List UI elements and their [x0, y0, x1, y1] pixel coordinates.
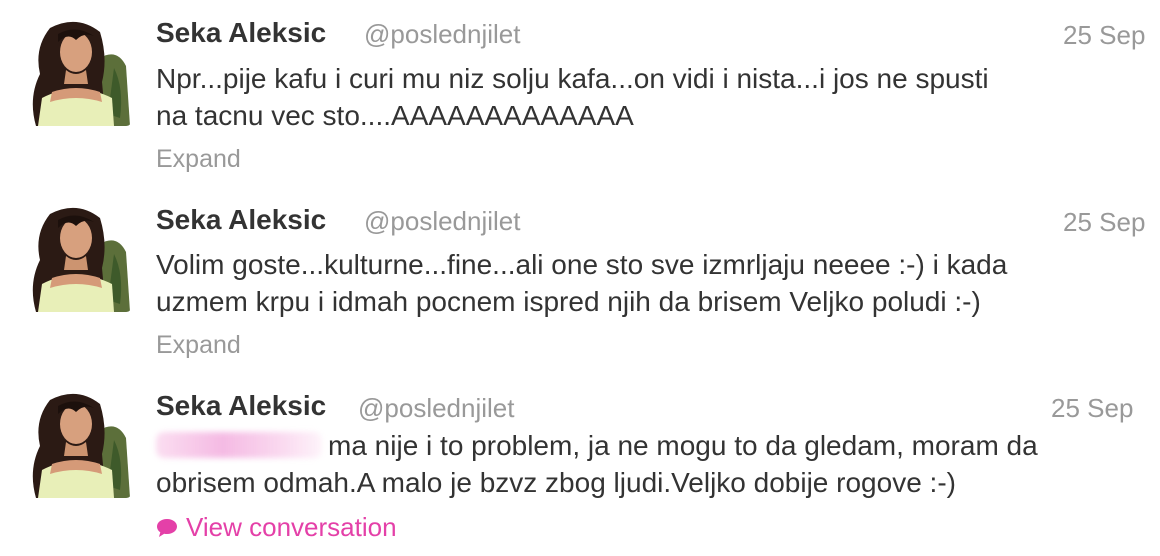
user-handle[interactable]: @poslednjilet [364, 206, 520, 237]
expand-link[interactable]: Expand [156, 331, 241, 360]
view-conversation-link[interactable]: View conversation [156, 512, 397, 545]
tweet-text-line-content: ma nije i to problem, ja ne mogu to da g… [328, 430, 1038, 461]
tweet-text-line: Volim goste...kulturne...fine...ali one … [156, 249, 1008, 280]
tweet-text: Volim goste...kulturne...fine...ali one … [156, 246, 1146, 320]
tweet-text-line: obrisem odmah.A malo je bzvz zbog ljudi.… [156, 467, 956, 498]
tweet-text-line: Npr...pije kafu i curi mu niz solju kafa… [156, 63, 989, 94]
tweet-text: ma nije i to problem, ja ne mogu to da g… [156, 427, 1146, 501]
speech-bubble-icon [156, 514, 178, 545]
user-handle[interactable]: @poslednjilet [364, 19, 520, 50]
avatar[interactable] [22, 18, 132, 126]
tweet-text-line: uzmem krpu i idmah pocnem ispred njih da… [156, 286, 981, 317]
timestamp[interactable]: 25 Sep [1063, 207, 1145, 238]
user-handle[interactable]: @poslednjilet [358, 393, 514, 424]
tweet-text: Npr...pije kafu i curi mu niz solju kafa… [156, 60, 1146, 134]
view-conversation-label: View conversation [186, 512, 397, 542]
display-name[interactable]: Seka Aleksic [156, 17, 326, 49]
display-name[interactable]: Seka Aleksic [156, 390, 326, 422]
tweet-text-line: ma nije i to problem, ja ne mogu to da g… [156, 427, 1146, 464]
avatar[interactable] [22, 390, 132, 498]
timestamp[interactable]: 25 Sep [1063, 20, 1145, 51]
expand-link[interactable]: Expand [156, 145, 241, 174]
display-name[interactable]: Seka Aleksic [156, 204, 326, 236]
timestamp[interactable]: 25 Sep [1051, 393, 1133, 424]
tweet-text-line: na tacnu vec sto....AAAAAAAAAAAAA [156, 100, 634, 131]
redacted-mention[interactable] [156, 432, 322, 458]
avatar[interactable] [22, 204, 132, 312]
